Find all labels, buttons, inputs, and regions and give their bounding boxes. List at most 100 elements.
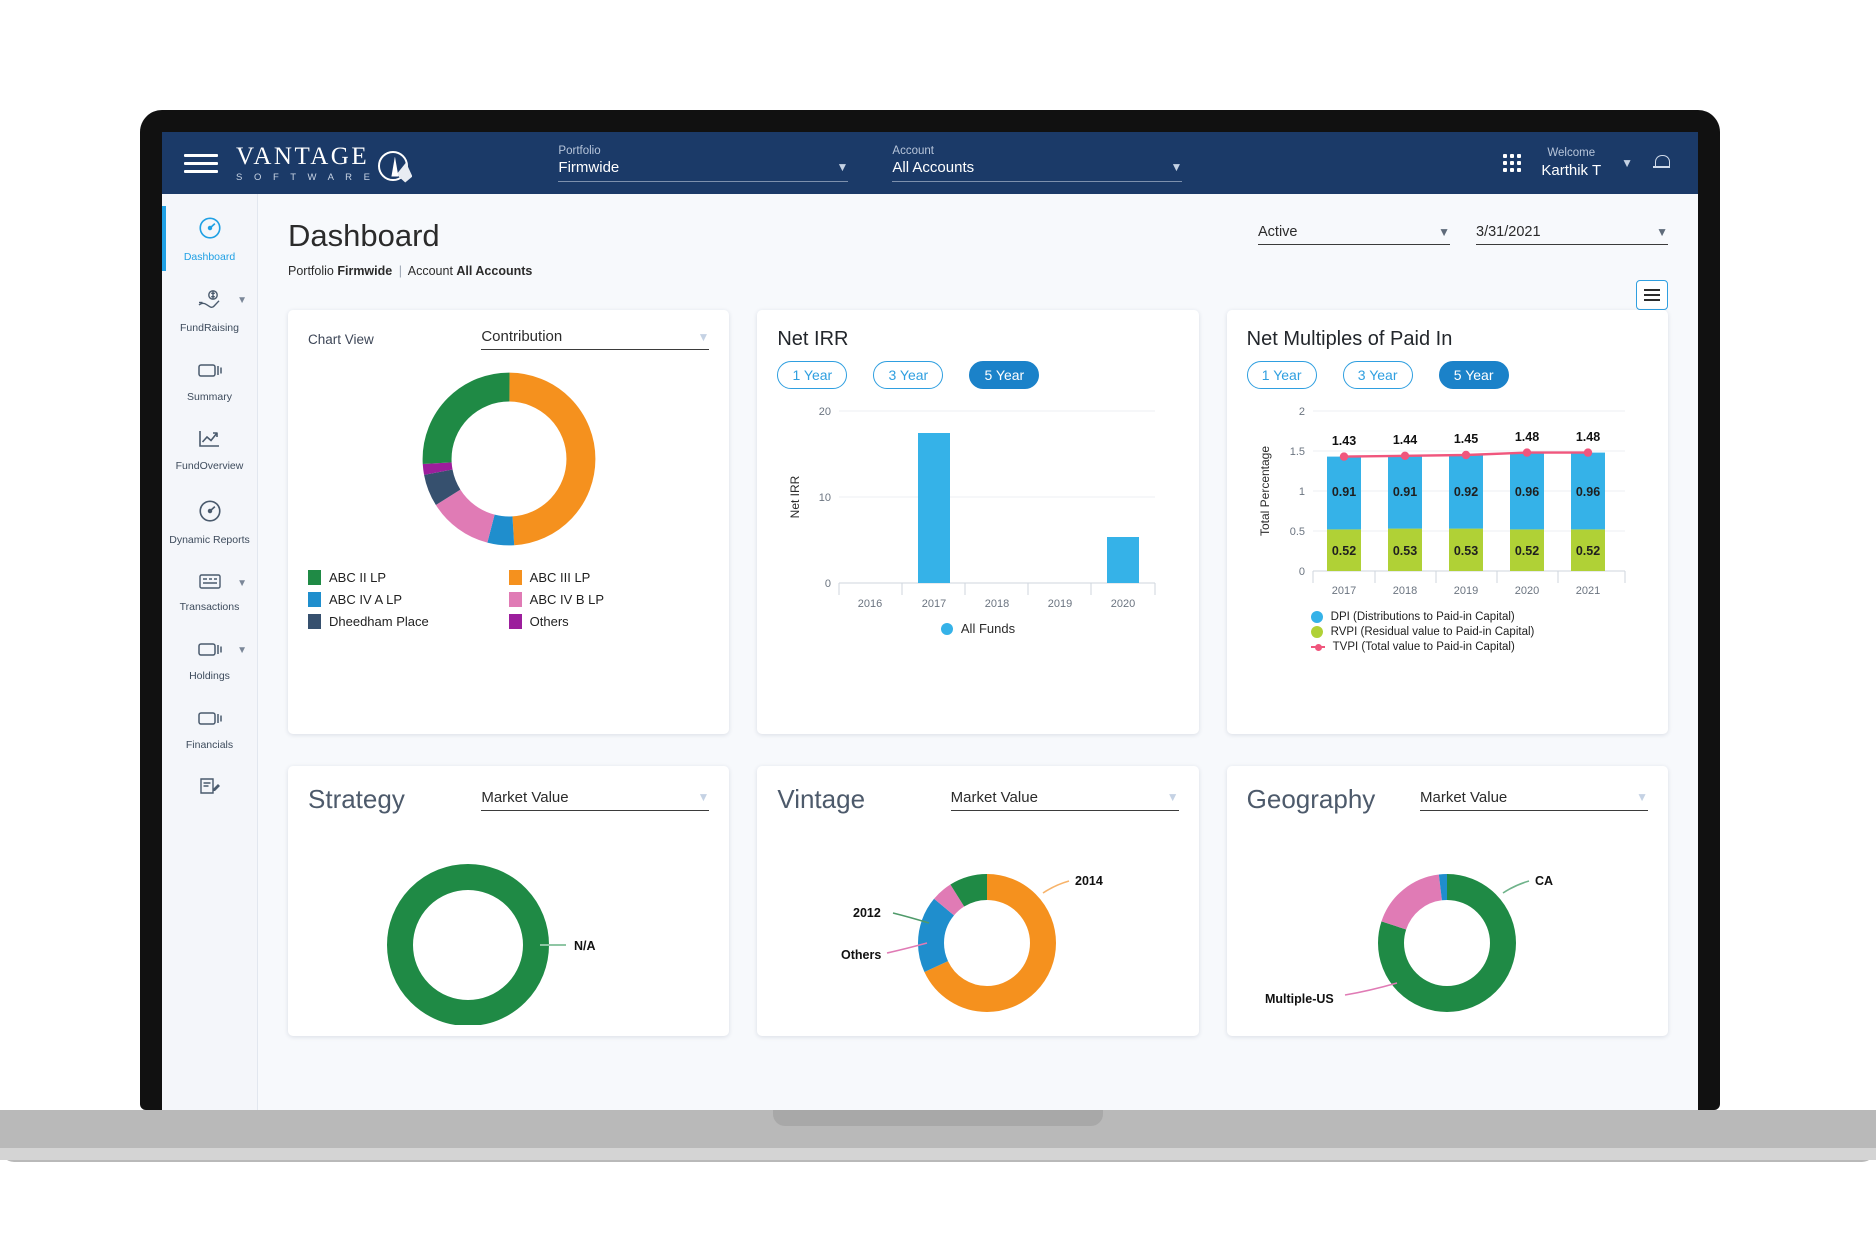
user-menu[interactable]: Welcome Karthik T (1541, 146, 1601, 180)
net-multiples-period-pills: 1 Year 3 Year 5 Year (1246, 361, 1648, 389)
chevron-down-icon[interactable]: ▼ (237, 578, 247, 589)
geography-select[interactable]: Market Value ▼ (1420, 789, 1648, 811)
top-navigation-bar: VANTAGE S O F T W A R E Portfolio Firmwi… (162, 132, 1698, 194)
legend-label: Dheedham Place (329, 614, 429, 629)
user-name: Karthik T (1541, 161, 1602, 179)
strategy-select[interactable]: Market Value ▼ (481, 788, 710, 811)
legend-item: ABC II LP (308, 570, 509, 585)
strategy-select-value: Market Value (481, 788, 569, 806)
card-strategy: Strategy Market Value ▼ N/A (288, 766, 730, 1036)
svg-text:0.53: 0.53 (1392, 544, 1416, 558)
vintage-select[interactable]: Market Value ▼ (950, 789, 1179, 811)
svg-text:2020: 2020 (1111, 598, 1135, 610)
chart-view-label: Chart View (308, 331, 374, 347)
breadcrumb-portfolio-label: Portfolio (288, 264, 334, 278)
gauge-icon (197, 215, 223, 241)
legend-swatch (308, 570, 321, 585)
notification-bell-icon[interactable] (1653, 154, 1670, 172)
chart-view-select-value: Contribution (481, 328, 563, 345)
net-multiples-title: Net Multiples of Paid In (1246, 328, 1453, 350)
chevron-down-icon[interactable]: ▼ (237, 295, 247, 306)
status-filter-select[interactable]: Active ▼ (1258, 224, 1450, 245)
contribution-donut-chart (308, 364, 709, 554)
edit-document-icon (197, 776, 223, 796)
sidebar-item-label: Dashboard (183, 251, 236, 263)
svg-text:Others: Others (841, 948, 881, 962)
legend-swatch (508, 570, 522, 585)
svg-text:1.48: 1.48 (1575, 430, 1599, 444)
card-chart-view: Chart View Contribution ▼ ABC II LP ABC … (288, 310, 730, 734)
legend-label: ABC III LP (529, 570, 591, 585)
sidebar-item-fundraising[interactable]: ▼ FundRaising (162, 275, 257, 346)
sidebar-item-edit-document[interactable] (162, 763, 257, 817)
keyboard-icon (197, 571, 223, 591)
net-irr-bar-chart: 20 10 0 Net IRR 2016 2017 2018 2019 2020 (777, 395, 1178, 617)
svg-text:1.44: 1.44 (1392, 433, 1416, 447)
account-selector-value: All Accounts (892, 158, 975, 176)
menu-hamburger-icon[interactable] (184, 149, 218, 178)
sidebar-item-holdings[interactable]: ▼ Holdings (162, 625, 257, 694)
legend-line-marker (1310, 642, 1325, 652)
pill-5-year[interactable]: 5 Year (969, 361, 1040, 389)
chart-view-select[interactable]: Contribution ▼ (481, 328, 710, 350)
svg-text:2020: 2020 (1514, 585, 1538, 597)
pill-1-year[interactable]: 1 Year (777, 361, 848, 389)
breadcrumb: Portfolio Firmwide | Account All Account… (288, 264, 532, 278)
svg-text:1.48: 1.48 (1514, 430, 1538, 444)
page-title: Dashboard (288, 218, 440, 253)
svg-text:2017: 2017 (922, 598, 946, 610)
svg-text:CA: CA (1535, 874, 1553, 888)
legend-item: Dheedham Place (308, 614, 509, 629)
legend-label: RVPI (Residual value to Paid-in Capital) (1330, 626, 1535, 638)
logo-main-text: VANTAGE (236, 142, 370, 170)
svg-text:0.96: 0.96 (1514, 485, 1538, 499)
svg-text:0.96: 0.96 (1575, 485, 1599, 499)
sidebar-item-dashboard[interactable]: Dashboard (162, 202, 257, 275)
svg-text:2018: 2018 (1392, 585, 1416, 597)
pill-3-year[interactable]: 3 Year (873, 361, 944, 389)
sidebar-item-dynamic-reports[interactable]: Dynamic Reports (162, 485, 257, 558)
cards-icon (197, 707, 223, 729)
sidebar-item-fundoverview[interactable]: FundOverview (162, 415, 257, 484)
topbar-right-cluster: Welcome Karthik T ▼ (1503, 132, 1670, 194)
strategy-donut-chart: N/A (308, 835, 709, 1025)
sidebar-item-label: Dynamic Reports (169, 533, 250, 546)
list-view-toggle-button[interactable] (1636, 280, 1668, 310)
svg-text:1.43: 1.43 (1331, 434, 1355, 448)
gauge-icon (197, 498, 223, 524)
pill-3-year[interactable]: 3 Year (1342, 361, 1413, 389)
sidebar-item-label: FundOverview (175, 460, 244, 473)
svg-text:2019: 2019 (1048, 598, 1072, 610)
portfolio-selector[interactable]: Portfolio Firmwide ▼ (558, 145, 849, 182)
net-multiples-legend: DPI (Distributions to Paid-in Capital) R… (1247, 611, 1648, 653)
legend-label: All Funds (960, 621, 1016, 636)
vintage-title: Vintage (777, 784, 866, 814)
sidebar-item-summary[interactable]: Summary (162, 346, 257, 415)
sidebar-item-transactions[interactable]: ▼ Transactions (162, 558, 257, 625)
sidebar-item-financials[interactable]: Financials (162, 694, 257, 763)
svg-text:20: 20 (819, 406, 831, 418)
legend-item: Others (508, 614, 710, 629)
net-multiples-bar-chart: 2 1.5 1 0.5 0 Total Percentage 0.91 0.52… (1247, 395, 1648, 605)
date-filter-select[interactable]: 3/31/2021 ▼ (1476, 224, 1668, 245)
pill-5-year[interactable]: 5 Year (1438, 361, 1509, 389)
svg-text:10: 10 (819, 492, 831, 504)
sidebar-item-label: Holdings (189, 669, 230, 682)
sidebar-item-label: Transactions (179, 600, 240, 613)
legend-item: ABC III LP (508, 570, 710, 585)
chevron-down-icon: ▼ (1636, 790, 1648, 804)
svg-text:0.5: 0.5 (1289, 526, 1304, 538)
chevron-down-icon[interactable]: ▼ (237, 645, 247, 656)
sidebar-item-label: FundRaising (180, 322, 239, 335)
legend-swatch (308, 592, 321, 607)
app-grid-icon[interactable] (1503, 154, 1522, 172)
account-selector-label: Account (892, 144, 934, 157)
account-selector[interactable]: Account All Accounts ▼ (892, 144, 1183, 182)
dashboard-card-grid-bottom: Strategy Market Value ▼ N/A Vintage Mark… (288, 766, 1668, 1036)
laptop-base-foot (0, 1148, 1876, 1160)
pill-1-year[interactable]: 1 Year (1246, 361, 1317, 389)
svg-text:0: 0 (1299, 566, 1305, 578)
laptop-frame: VANTAGE S O F T W A R E Portfolio Firmwi… (140, 110, 1720, 1110)
sidebar-item-label: Financials (185, 738, 234, 751)
chevron-down-icon[interactable]: ▼ (1621, 157, 1633, 169)
